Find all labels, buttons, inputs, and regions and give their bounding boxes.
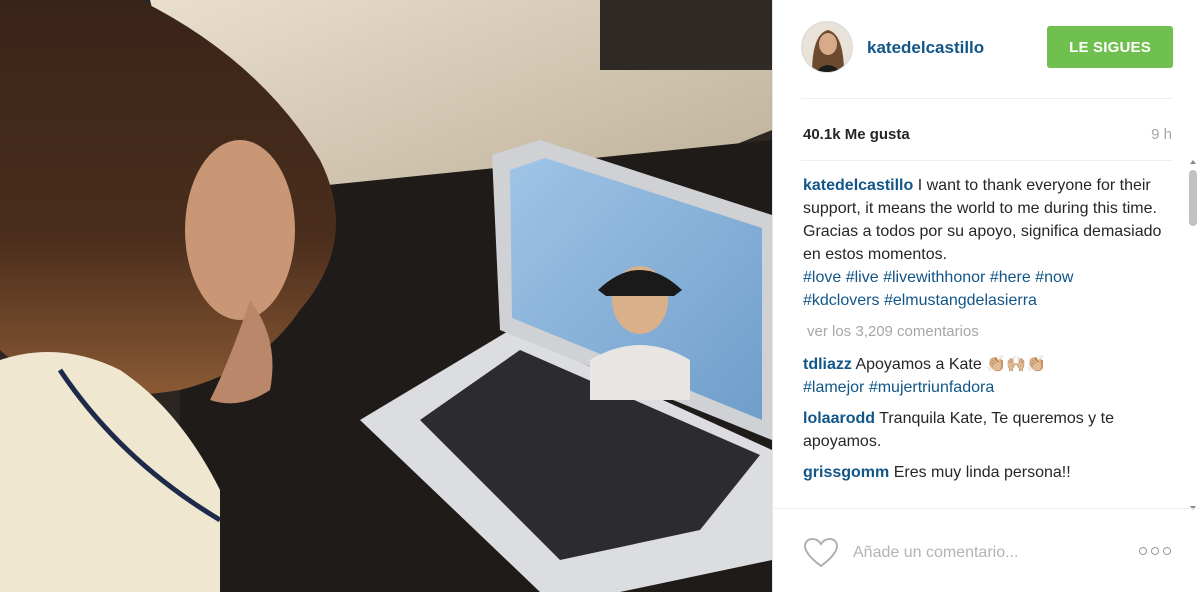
hashtag-link[interactable]: #livewithhonor: [883, 269, 985, 286]
dot: [1139, 547, 1147, 555]
hashtag-link[interactable]: #mujertriunfadora: [869, 379, 994, 396]
hashtag-link[interactable]: #elmustangdelasierra: [884, 292, 1037, 309]
photo-illustration: [0, 0, 772, 592]
likes-count[interactable]: 40.1k Me gusta: [803, 126, 910, 143]
caption: katedelcastillo I want to thank everyone…: [803, 174, 1173, 312]
heart-icon[interactable]: [803, 537, 839, 569]
add-comment-input[interactable]: [853, 539, 1123, 567]
comment-text: Eres muy linda persona!!: [889, 464, 1071, 481]
comment-text: Apoyamos a Kate 👏🏼🙌🏼👏🏼: [851, 356, 1046, 373]
scrollbar-thumb[interactable]: [1189, 170, 1197, 226]
hashtag-link[interactable]: #love: [803, 269, 841, 286]
comment-username-link[interactable]: grissgomm: [803, 464, 889, 481]
caption-text-es: Gracias a todos por su apoyo, significa …: [803, 223, 1162, 263]
hashtag-link[interactable]: #live: [846, 269, 879, 286]
comments-list[interactable]: katedelcastillo I want to thank everyone…: [803, 174, 1173, 510]
post-time[interactable]: 9 h: [1151, 126, 1172, 143]
more-options-icon[interactable]: [1139, 547, 1171, 555]
comment-item: tdliazz Apoyamos a Kate 👏🏼🙌🏼👏🏼 #lamejor …: [803, 353, 1173, 399]
header-divider: [801, 98, 1173, 99]
dot: [1151, 547, 1159, 555]
hashtag-link[interactable]: #kdclovers: [803, 292, 879, 309]
header-username-link[interactable]: katedelcastillo: [867, 38, 984, 58]
comments-scrollbar[interactable]: [1187, 160, 1199, 510]
hashtag-link[interactable]: #now: [1035, 269, 1073, 286]
post-header: katedelcastillo LE SIGUES: [773, 0, 1200, 98]
comment-item: lolaarodd Tranquila Kate, Te queremos y …: [803, 407, 1173, 453]
hashtag-link[interactable]: #lamejor: [803, 379, 864, 396]
likes-divider: [801, 160, 1173, 161]
following-button[interactable]: LE SIGUES: [1047, 26, 1173, 68]
comment-footer: [773, 508, 1200, 592]
post-photo: [0, 0, 772, 592]
comment-username-link[interactable]: lolaarodd: [803, 410, 875, 427]
avatar[interactable]: [801, 21, 853, 73]
dot: [1163, 547, 1171, 555]
comment-username-link[interactable]: tdliazz: [803, 356, 852, 373]
comment-item: grissgomm Eres muy linda persona!!: [803, 461, 1173, 484]
view-all-comments-link[interactable]: ver los 3,209 comentarios: [807, 320, 1173, 343]
post-side-panel: katedelcastillo LE SIGUES 40.1k Me gusta…: [772, 0, 1200, 592]
scroll-up-arrow-icon[interactable]: [1190, 160, 1196, 164]
avatar-image: [802, 22, 852, 72]
hashtag-link[interactable]: #here: [990, 269, 1031, 286]
caption-username-link[interactable]: katedelcastillo: [803, 177, 913, 194]
